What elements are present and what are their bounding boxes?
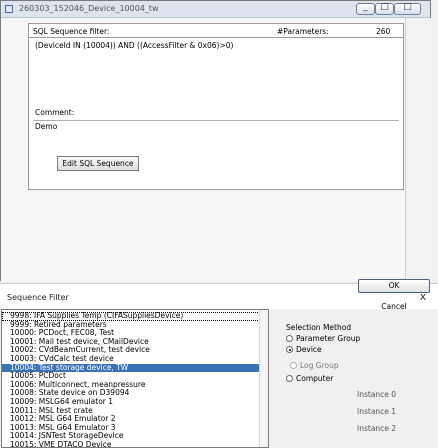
cancel-button[interactable]: Cancel: [358, 300, 430, 314]
radio-parameter-group[interactable]: Parameter Group: [286, 334, 360, 344]
title-bar[interactable]: 260303_152046_Device_10004_tw _ □ □: [1, 1, 430, 18]
sql-filter-text: (DeviceId IN (10004)) AND ((AccessFilter…: [35, 41, 234, 50]
radio-device-indicator[interactable]: [286, 346, 293, 353]
instance-2-label: Instance 2: [357, 424, 397, 433]
close-window-button[interactable]: □: [394, 2, 421, 15]
close-icon: □: [403, 2, 412, 12]
divider: [29, 37, 403, 38]
radio-label: Parameter Group: [296, 334, 361, 343]
app-icon: [5, 5, 13, 13]
radio-computer-indicator[interactable]: [286, 375, 293, 382]
radio-computer[interactable]: Computer: [286, 374, 333, 384]
minimize-button[interactable]: _: [356, 2, 375, 15]
radio-label: Device: [296, 345, 322, 354]
radio-label: Log Group: [300, 361, 339, 370]
selection-method-label: Selection Method: [286, 323, 352, 332]
maximize-icon: □: [380, 2, 389, 12]
comment-label: Comment:: [35, 108, 75, 117]
instance-0-label: Instance 0: [357, 390, 397, 399]
parameters-label: #Parameters:: [277, 27, 329, 36]
parameters-count: 260: [376, 27, 391, 36]
device-listbox[interactable]: 9998: IFA Supplies Temp (CIFASuppliesDev…: [1, 309, 269, 448]
dialog-title: Sequence Filter: [7, 293, 69, 302]
comment-value: Demo: [35, 122, 58, 131]
minimize-icon: _: [363, 2, 368, 12]
radio-log-group: Log Group: [290, 361, 339, 371]
ok-button[interactable]: OK: [358, 279, 430, 293]
radio-label: Computer: [296, 374, 334, 383]
radio-log-group-indicator: [290, 362, 297, 369]
main-content: SQL Sequence filter: #Parameters: 260 (D…: [1, 18, 431, 281]
edit-sql-sequence-button[interactable]: Edit SQL Sequence: [57, 156, 139, 171]
list-item[interactable]: 10015: VME DTACQ Device: [2, 440, 260, 447]
list-scrollbar[interactable]: [259, 310, 268, 447]
sql-filter-panel: SQL Sequence filter: #Parameters: 260 (D…: [28, 23, 404, 190]
radio-device[interactable]: Device: [286, 345, 322, 355]
sql-filter-label: SQL Sequence filter:: [33, 27, 110, 36]
radio-parameter-group-indicator[interactable]: [286, 335, 293, 342]
divider: [33, 120, 399, 121]
maximize-button[interactable]: □: [375, 2, 394, 15]
instance-1-label: Instance 1: [357, 407, 397, 416]
main-window: 260303_152046_Device_10004_tw _ □ □ SQL …: [0, 0, 431, 281]
vertical-scrollbar[interactable]: [405, 18, 431, 281]
window-title: 260303_152046_Device_10004_tw: [19, 4, 159, 13]
